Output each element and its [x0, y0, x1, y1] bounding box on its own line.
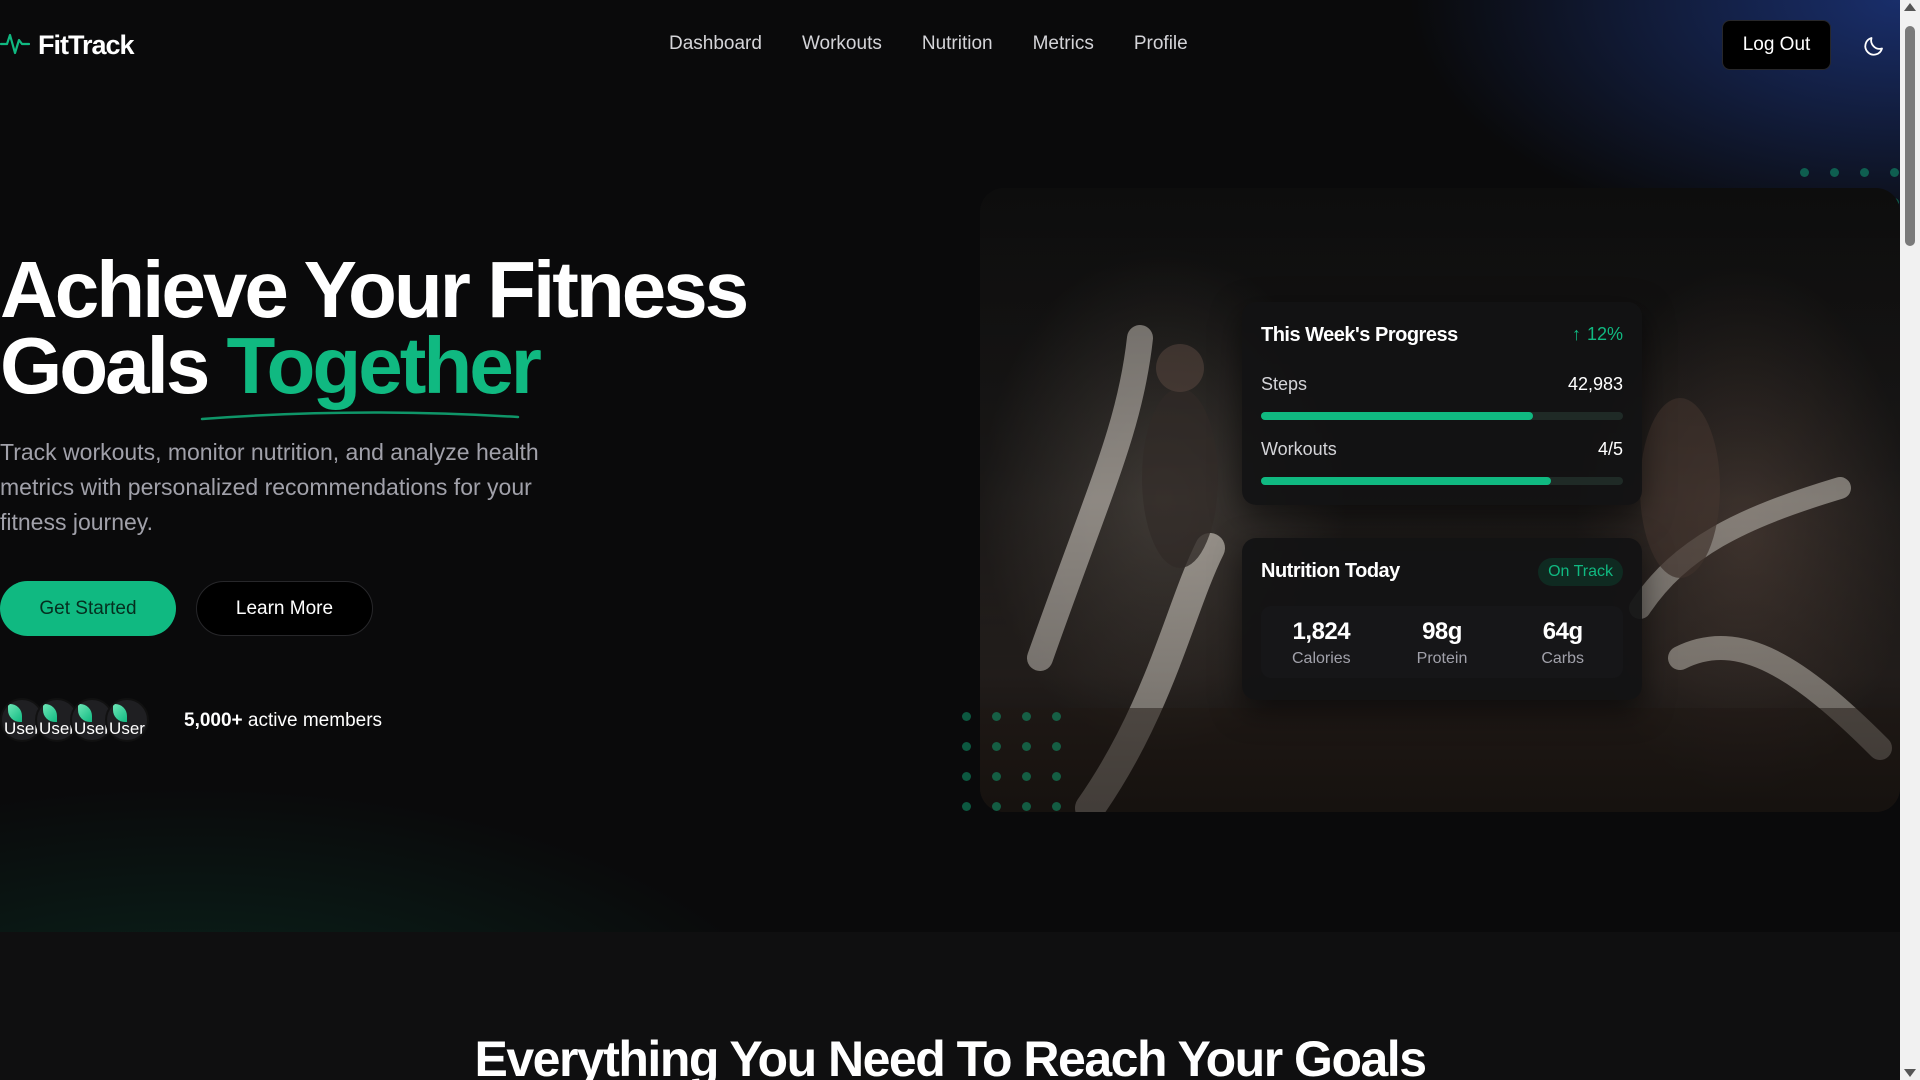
- headline-line-2: Goals: [0, 321, 227, 410]
- page: FitTrack Dashboard Workouts Nutrition Me…: [0, 0, 1900, 1080]
- avatar-alt-text: User: [109, 719, 145, 738]
- learn-more-button[interactable]: Learn More: [196, 581, 373, 636]
- headline-accent: Together: [226, 321, 542, 410]
- nutrition-stats: 1,824 Calories 98g Protein 64g Carbs: [1261, 606, 1623, 678]
- vertical-scrollbar[interactable]: [1900, 0, 1920, 1080]
- nav-item-nutrition[interactable]: Nutrition: [922, 33, 993, 55]
- stat-protein: 98g Protein: [1382, 606, 1503, 678]
- steps-value: 42,983: [1567, 374, 1623, 394]
- nav-item-metrics[interactable]: Metrics: [1033, 33, 1094, 55]
- steps-progress-fill: [1261, 412, 1533, 420]
- top-navigation: FitTrack Dashboard Workouts Nutrition Me…: [0, 0, 1900, 90]
- nav-item-workouts[interactable]: Workouts: [802, 33, 882, 55]
- active-members-text: 5,000+ active members: [184, 710, 382, 732]
- members-count: 5,000+: [184, 710, 243, 731]
- stat-value: 1,824: [1292, 618, 1351, 645]
- headline-underline: [200, 411, 520, 421]
- theme-toggle-button[interactable]: [1862, 32, 1888, 58]
- stat-value: 64g: [1542, 618, 1583, 645]
- hero-subtext: Track workouts, monitor nutrition, and a…: [0, 439, 539, 535]
- weekly-progress-card: This Week's Progress ↑ 12% Steps 42,983 …: [1242, 302, 1642, 505]
- brand-logo[interactable]: FitTrack: [0, 28, 135, 63]
- workouts-label: Workouts: [1261, 439, 1337, 459]
- moon-icon: [1862, 37, 1888, 62]
- nutrition-today-card: Nutrition Today On Track 1,824 Calories …: [1242, 538, 1642, 700]
- features-title: Everything You Need To Reach Your Goals: [474, 1031, 1428, 1080]
- avatar: User: [105, 698, 149, 742]
- member-avatars: User User User User: [0, 698, 149, 742]
- arrow-up-icon: ↑: [1571, 324, 1581, 344]
- steps-progress-bar: [1261, 412, 1623, 420]
- members-suffix: active members: [242, 710, 383, 731]
- main-nav: Dashboard Workouts Nutrition Metrics Pro…: [669, 33, 1188, 55]
- hero-headline: Achieve Your Fitness Goals Together: [0, 250, 780, 406]
- stat-value: 98g: [1422, 618, 1462, 645]
- workouts-progress-bar: [1261, 477, 1623, 485]
- scroll-down-icon[interactable]: [1904, 1069, 1916, 1077]
- scroll-up-icon[interactable]: [1904, 3, 1916, 11]
- stat-label: Protein: [1416, 650, 1468, 667]
- stat-carbs: 64g Carbs: [1502, 606, 1623, 678]
- progress-card-title: This Week's Progress: [1261, 324, 1458, 346]
- stat-label: Carbs: [1541, 650, 1585, 667]
- progress-trend: ↑ 12%: [1572, 324, 1623, 345]
- brand-name: FitTrack: [38, 30, 135, 60]
- steps-label: Steps: [1261, 374, 1308, 394]
- nutrition-card-title: Nutrition Today: [1261, 560, 1400, 582]
- trend-value: 12%: [1586, 324, 1623, 344]
- status-badge: On Track: [1538, 558, 1623, 586]
- logout-button[interactable]: Log Out: [1722, 20, 1831, 70]
- nav-item-profile[interactable]: Profile: [1134, 33, 1188, 55]
- scroll-thumb[interactable]: [1905, 26, 1915, 246]
- get-started-button[interactable]: Get Started: [0, 581, 176, 636]
- activity-pulse-icon: [0, 28, 31, 63]
- workouts-progress-fill: [1261, 477, 1551, 485]
- stat-calories: 1,824 Calories: [1261, 606, 1382, 678]
- nav-item-dashboard[interactable]: Dashboard: [669, 33, 762, 55]
- stat-label: Calories: [1291, 650, 1351, 667]
- workouts-value: 4/5: [1597, 439, 1623, 459]
- hero-section: FitTrack Dashboard Workouts Nutrition Me…: [0, 0, 1900, 932]
